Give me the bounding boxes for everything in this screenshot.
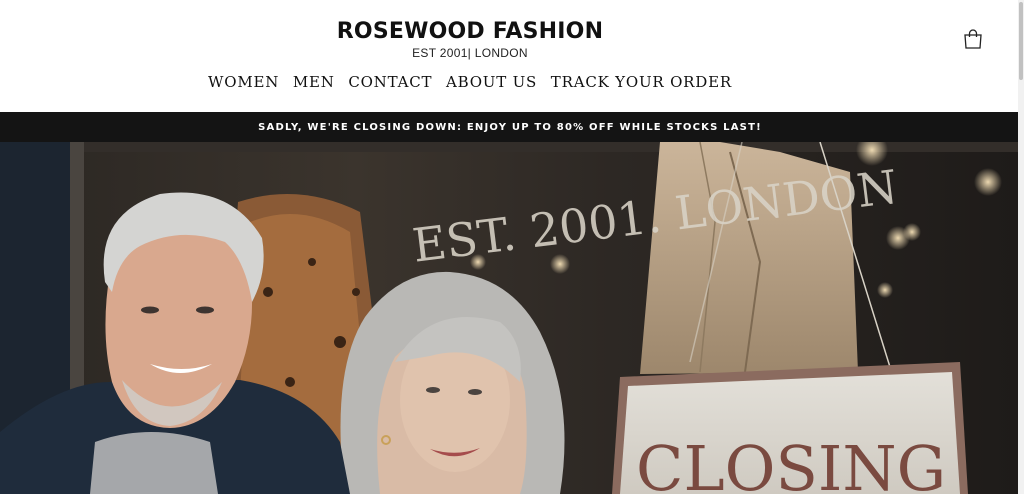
nav-item-about-us[interactable]: ABOUT US — [446, 73, 537, 91]
nav-item-men[interactable]: MEN — [293, 73, 335, 91]
main-nav: WOMEN MEN CONTACT ABOUT US TRACK YOUR OR… — [208, 70, 732, 94]
closing-sign-text: CLOSING — [636, 432, 946, 494]
announcement-text: SADLY, WE'RE CLOSING DOWN: ENJOY UP TO 8… — [258, 121, 762, 133]
site-header: ROSEWOOD FASHION EST 2001| LONDON WOMEN … — [0, 0, 1020, 112]
hero-banner: EST. 2001. LONDON CLOSING — [0, 142, 1018, 494]
nav-item-contact[interactable]: CONTACT — [348, 73, 432, 91]
scrollbar-thumb[interactable] — [1019, 2, 1023, 80]
nav-item-women[interactable]: WOMEN — [208, 73, 279, 91]
announcement-bar: SADLY, WE'RE CLOSING DOWN: ENJOY UP TO 8… — [0, 112, 1020, 142]
brand-subtitle: EST 2001| LONDON — [412, 46, 528, 60]
nav-item-track-order[interactable]: TRACK YOUR ORDER — [551, 73, 732, 91]
hero-image: EST. 2001. LONDON CLOSING — [0, 142, 1018, 494]
page-scrollbar[interactable] — [1018, 0, 1024, 494]
shopping-bag-icon[interactable] — [962, 28, 984, 50]
brand-title: ROSEWOOD FASHION — [336, 19, 604, 44]
brand-logo[interactable]: ROSEWOOD FASHION EST 2001| LONDON — [320, 18, 620, 60]
